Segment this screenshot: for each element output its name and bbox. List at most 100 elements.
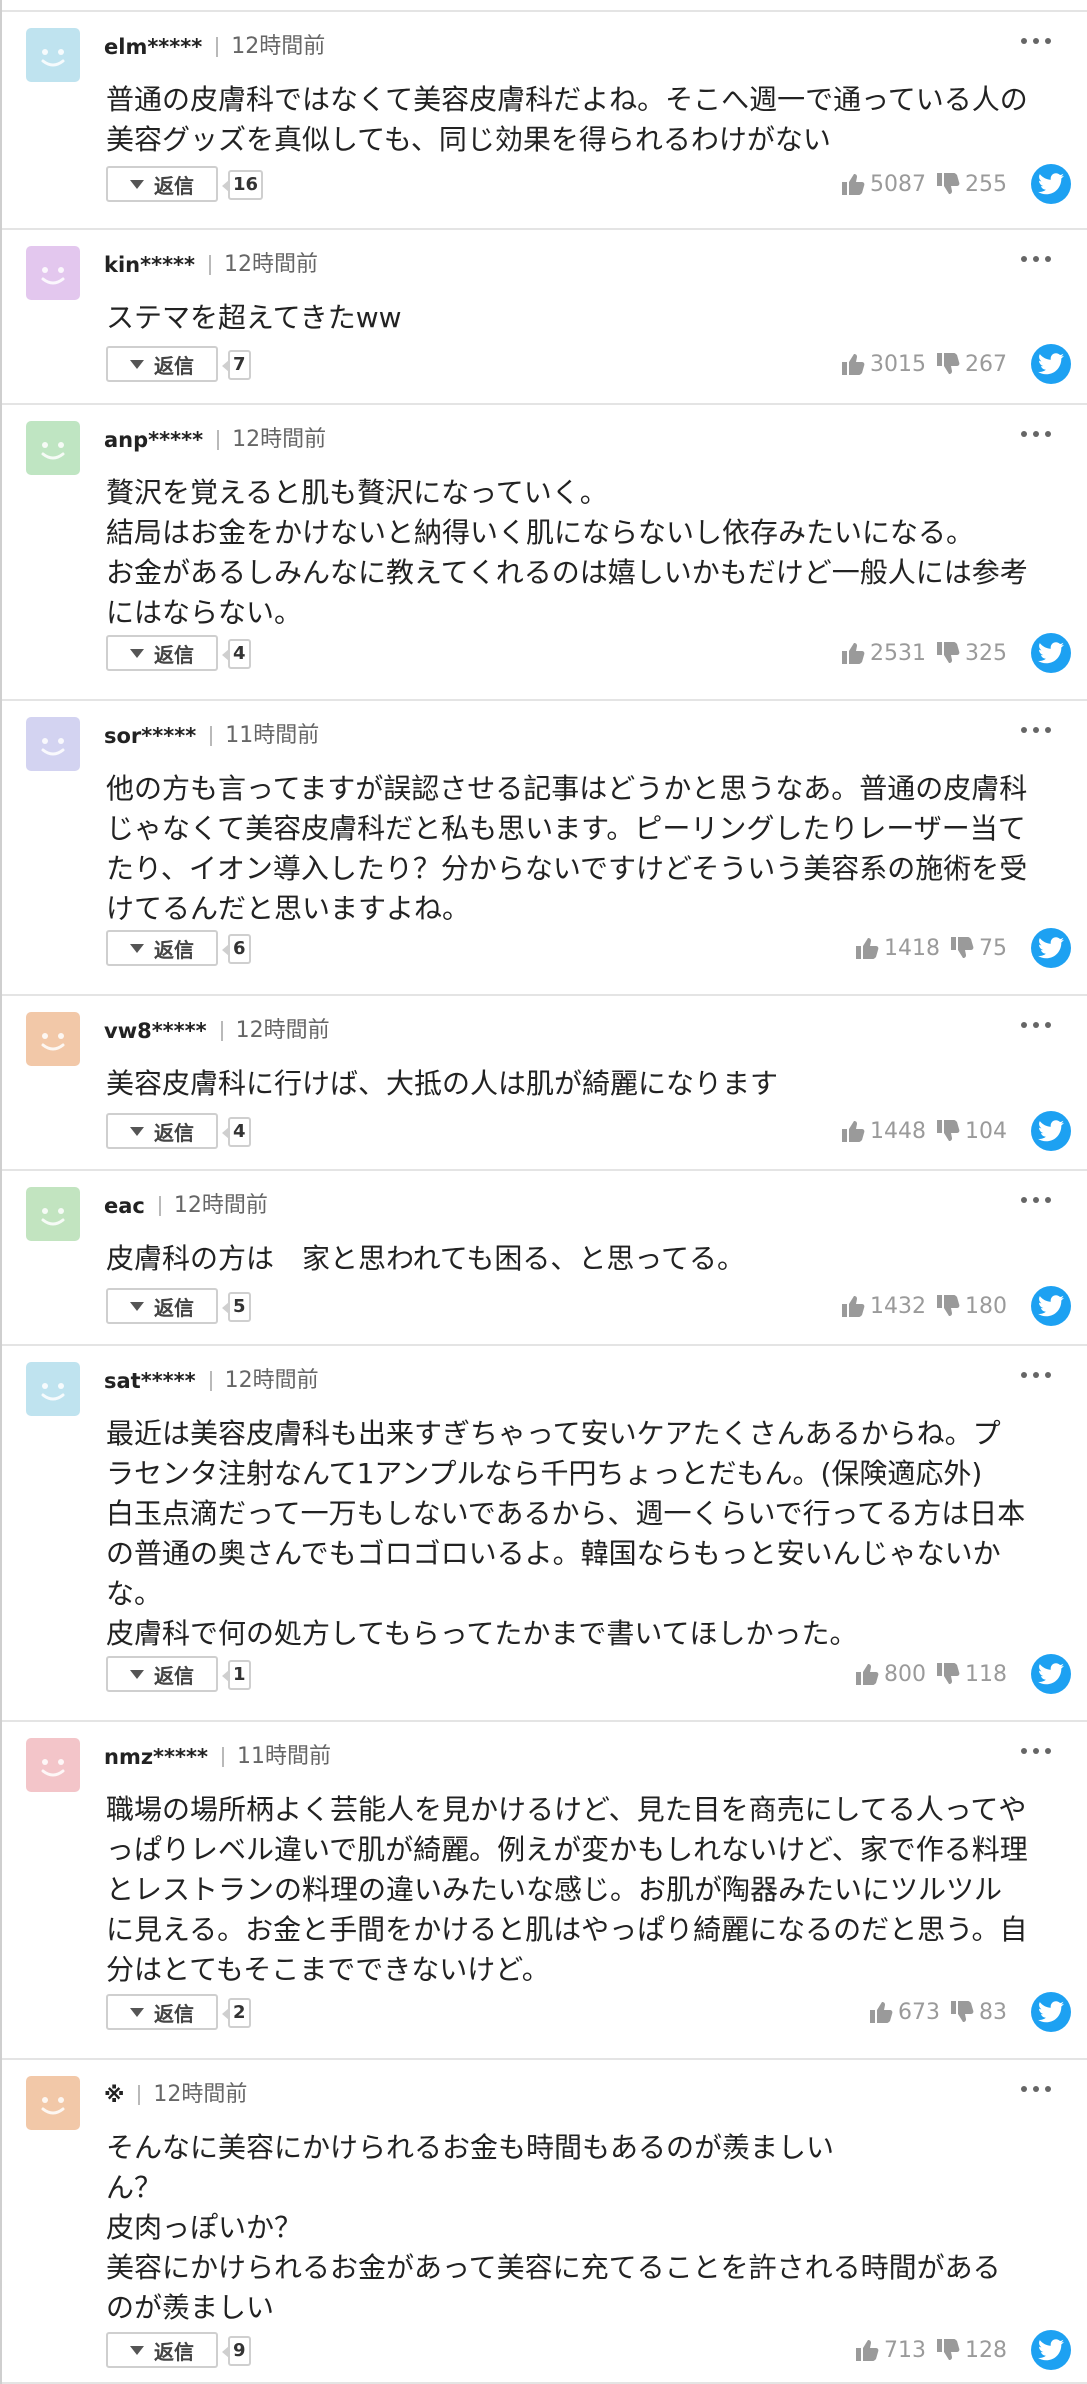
reply-button[interactable]: 返信 (106, 346, 218, 382)
reply-label: 返信 (154, 2339, 194, 2364)
twitter-share-icon[interactable] (1031, 1111, 1071, 1151)
more-options-icon[interactable] (1021, 2086, 1051, 2092)
dislike-button[interactable]: 128 (936, 2338, 1007, 2363)
comment-meta: nmz***** 11時間前 (104, 1742, 331, 1772)
like-button[interactable]: 673 (869, 2000, 940, 2025)
meta-separator (217, 430, 220, 450)
comment-footer: 返信 16 5087 255 (106, 164, 1071, 206)
vote-group: 800 118 (855, 1652, 1071, 1696)
dislike-count: 83 (979, 1999, 1007, 2025)
comment-text: 美容皮膚科に行けば、大抵の人は肌が綺麗になります (106, 1067, 779, 1100)
caret-down-icon (130, 648, 144, 658)
dislike-button[interactable]: 75 (950, 936, 1007, 961)
like-button[interactable]: 5087 (841, 172, 926, 197)
thumbs-up-icon (841, 1120, 865, 1142)
like-button[interactable]: 800 (855, 1662, 926, 1687)
twitter-share-icon[interactable] (1031, 2330, 1071, 2370)
dislike-button[interactable]: 83 (950, 2000, 1007, 2025)
like-button[interactable]: 1418 (855, 936, 940, 961)
dislike-button[interactable]: 180 (936, 1294, 1007, 1319)
username[interactable]: sor***** (104, 721, 196, 751)
avatar[interactable] (26, 246, 80, 300)
reply-label: 返信 (154, 353, 194, 378)
thumbs-up-icon (855, 1663, 879, 1685)
like-count: 1432 (870, 1293, 926, 1319)
more-options-icon[interactable] (1021, 1022, 1051, 1028)
username[interactable]: kin***** (104, 250, 195, 280)
twitter-share-icon[interactable] (1031, 1992, 1071, 2032)
like-button[interactable]: 2531 (841, 641, 926, 666)
username[interactable]: eac (104, 1191, 145, 1221)
twitter-share-icon[interactable] (1031, 1654, 1071, 1694)
comment-item: nmz***** 11時間前 職場の場所柄よく芸能人を見かけるけど、見た目を商売にし… (2, 1722, 1087, 2060)
reply-button[interactable]: 返信 (106, 635, 218, 671)
username[interactable]: elm***** (104, 32, 202, 62)
comment-meta: elm***** 12時間前 (104, 32, 325, 62)
like-button[interactable]: 1432 (841, 1294, 926, 1319)
thumbs-up-icon (841, 642, 865, 664)
username[interactable]: vw8***** (104, 1016, 207, 1046)
reply-button[interactable]: 返信 (106, 166, 218, 202)
avatar[interactable] (26, 2076, 80, 2130)
avatar[interactable] (26, 421, 80, 475)
twitter-share-icon[interactable] (1031, 928, 1071, 968)
more-options-icon[interactable] (1021, 1372, 1051, 1378)
reply-count: 5 (222, 1292, 251, 1322)
dislike-button[interactable]: 118 (936, 1662, 1007, 1687)
more-options-icon[interactable] (1021, 431, 1051, 437)
reply-button[interactable]: 返信 (106, 1656, 218, 1692)
thumbs-down-icon (936, 1295, 960, 1317)
more-options-icon[interactable] (1021, 1748, 1051, 1754)
thumbs-down-icon (936, 2339, 960, 2361)
avatar[interactable] (26, 717, 80, 771)
reply-button[interactable]: 返信 (106, 1288, 218, 1324)
dislike-button[interactable]: 255 (936, 172, 1007, 197)
reply-count: 1 (222, 1660, 251, 1690)
like-button[interactable]: 713 (855, 2338, 926, 2363)
comment-text: 贅沢を覚えると肌も贅沢になっていく。 結局はお金をかけないと納得いく肌にならない… (106, 476, 1028, 629)
reply-button[interactable]: 返信 (106, 930, 218, 966)
username[interactable]: nmz***** (104, 1742, 208, 1772)
more-options-icon[interactable] (1021, 1197, 1051, 1203)
thumbs-down-icon (936, 173, 960, 195)
username[interactable]: anp***** (104, 425, 203, 455)
username[interactable]: ※ (104, 2080, 124, 2110)
vote-group: 1418 75 (855, 926, 1071, 970)
thumbs-up-icon (869, 2001, 893, 2023)
thumbs-up-icon (855, 2339, 879, 2361)
twitter-share-icon[interactable] (1031, 633, 1071, 673)
thumbs-down-icon (950, 937, 974, 959)
thumbs-down-icon (936, 1120, 960, 1142)
dislike-button[interactable]: 267 (936, 352, 1007, 377)
comment-item: anp***** 12時間前 贅沢を覚えると肌も贅沢になっていく。 結局はお金をかけ… (2, 405, 1087, 701)
avatar[interactable] (26, 1362, 80, 1416)
more-options-icon[interactable] (1021, 38, 1051, 44)
dislike-button[interactable]: 104 (936, 1119, 1007, 1144)
caret-down-icon (130, 1301, 144, 1311)
like-button[interactable]: 3015 (841, 352, 926, 377)
meta-separator (209, 255, 212, 275)
twitter-share-icon[interactable] (1031, 344, 1071, 384)
meta-separator (220, 1021, 223, 1041)
like-button[interactable]: 1448 (841, 1119, 926, 1144)
comment-text: そんなに美容にかけられるお金も時間もあるのが羨ましい ん？ 皮肉っぽいか？ 美容… (106, 2131, 1001, 2324)
reply-button[interactable]: 返信 (106, 1994, 218, 2030)
avatar[interactable] (26, 1187, 80, 1241)
twitter-share-icon[interactable] (1031, 164, 1071, 204)
avatar[interactable] (26, 28, 80, 82)
dislike-button[interactable]: 325 (936, 641, 1007, 666)
like-count: 3015 (870, 351, 926, 377)
username[interactable]: sat***** (104, 1366, 196, 1396)
caret-down-icon (130, 359, 144, 369)
reply-button[interactable]: 返信 (106, 1113, 218, 1149)
like-count: 1418 (884, 935, 940, 961)
avatar[interactable] (26, 1738, 80, 1792)
thumbs-down-icon (950, 2001, 974, 2023)
thumbs-up-icon (841, 353, 865, 375)
avatar[interactable] (26, 1012, 80, 1066)
like-count: 713 (884, 2337, 926, 2363)
more-options-icon[interactable] (1021, 727, 1051, 733)
twitter-share-icon[interactable] (1031, 1286, 1071, 1326)
reply-button[interactable]: 返信 (106, 2332, 218, 2368)
more-options-icon[interactable] (1021, 256, 1051, 262)
